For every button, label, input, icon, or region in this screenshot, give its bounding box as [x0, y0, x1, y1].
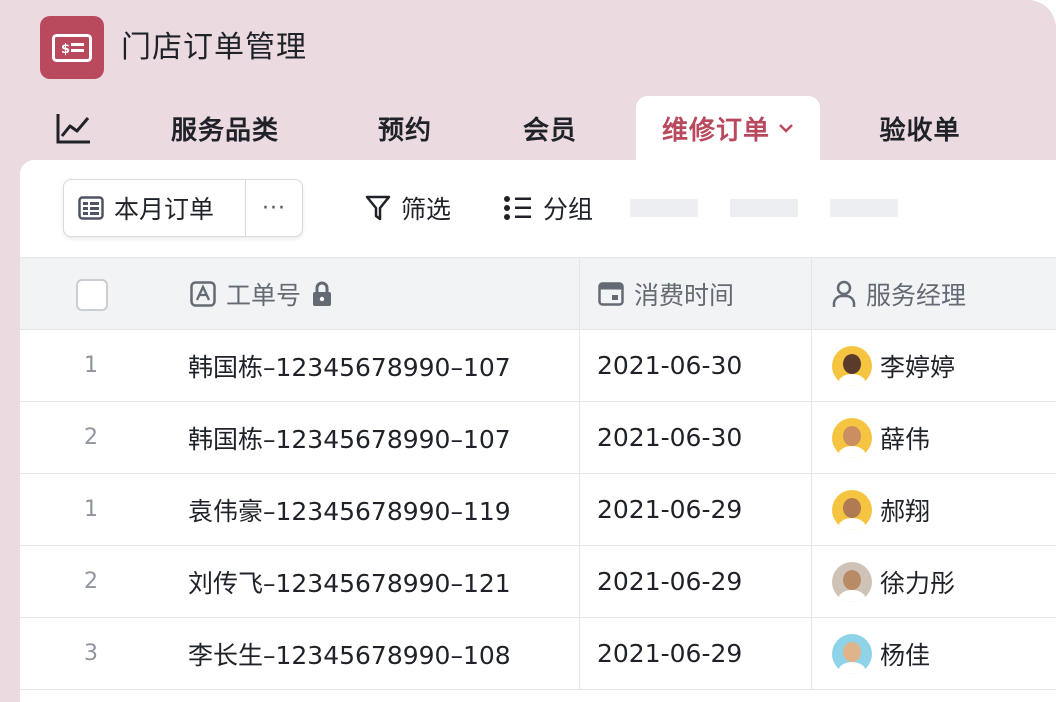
orders-table: 工单号 消费时间 服务经理 1 韩国栋–12345678990–107 2021… — [20, 257, 1056, 690]
line-chart-icon — [56, 112, 92, 144]
consumption-time-cell[interactable]: 2021-06-29 — [597, 618, 742, 689]
order-number-cell[interactable]: 李长生–12345678990–108 — [188, 618, 511, 689]
filter-label: 筛选 — [401, 195, 452, 224]
column-divider — [579, 402, 580, 473]
tab-service-category[interactable]: 服务品类 — [150, 96, 300, 160]
table-body: 1 韩国栋–12345678990–107 2021-06-30 李婷婷 2 韩国栋–12… — [20, 330, 1056, 690]
row-index: 1 — [84, 497, 98, 522]
tab-repair-orders[interactable]: 维修订单 — [636, 96, 820, 160]
tab-member[interactable]: 会员 — [500, 96, 600, 160]
row-index: 2 — [84, 569, 98, 594]
table-row[interactable]: 1 韩国栋–12345678990–107 2021-06-30 李婷婷 — [20, 330, 1056, 402]
consumption-time-cell[interactable]: 2021-06-30 — [597, 402, 742, 473]
person-field-icon — [832, 280, 856, 308]
manager-name: 薛伟 — [880, 424, 931, 454]
lock-icon — [311, 281, 333, 307]
toolbar-placeholder — [630, 199, 698, 217]
table-row[interactable]: 2 刘传飞–12345678990–121 2021-06-29 徐力彤 — [20, 546, 1056, 618]
column-divider — [811, 330, 812, 401]
more-options-button[interactable]: ··· — [246, 180, 302, 236]
order-number-cell[interactable]: 韩国栋–12345678990–107 — [188, 330, 511, 401]
toolbar-placeholder — [830, 199, 898, 217]
service-manager-cell[interactable]: 郝翔 — [832, 474, 930, 545]
column-service-manager[interactable]: 服务经理 — [832, 258, 966, 330]
filter-icon — [365, 194, 391, 222]
select-all-checkbox[interactable] — [76, 279, 108, 311]
toolbar-placeholder — [730, 199, 798, 217]
service-manager-cell[interactable]: 李婷婷 — [832, 330, 955, 401]
group-button[interactable]: 分组 — [503, 188, 593, 228]
avatar — [832, 417, 872, 458]
column-order-number[interactable]: 工单号 — [190, 258, 343, 330]
text-field-icon — [190, 281, 216, 307]
column-divider — [579, 546, 580, 617]
tab-dashboard[interactable] — [44, 96, 104, 160]
tab-acceptance[interactable]: 验收单 — [850, 96, 990, 160]
manager-name: 徐力彤 — [880, 568, 956, 598]
tab-appointment[interactable]: 预约 — [350, 96, 460, 160]
group-icon — [503, 195, 533, 221]
row-index: 2 — [84, 425, 98, 450]
app-window: $ 门店订单管理 服务品类 预约 会员 维修订单 验收单 本月订单 ··· 筛选… — [0, 0, 1056, 702]
avatar — [832, 633, 872, 674]
column-label: 工单号 — [226, 281, 302, 310]
avatar — [832, 489, 872, 530]
table-row[interactable]: 3 李长生–12345678990–108 2021-06-29 杨佳 — [20, 618, 1056, 690]
svg-text:$: $ — [61, 42, 70, 57]
app-title: 门店订单管理 — [121, 30, 307, 65]
group-label: 分组 — [543, 195, 594, 224]
service-manager-cell[interactable]: 徐力彤 — [832, 546, 955, 617]
manager-name: 李婷婷 — [880, 352, 956, 382]
column-divider — [579, 474, 580, 545]
view-label: 本月订单 — [114, 195, 215, 224]
manager-name: 杨佳 — [880, 640, 931, 670]
chevron-down-icon — [778, 122, 794, 134]
column-divider — [579, 330, 580, 401]
table-view-icon — [78, 196, 104, 220]
consumption-time-cell[interactable]: 2021-06-29 — [597, 546, 742, 617]
row-index: 1 — [84, 353, 98, 378]
ticket-icon: $ — [40, 16, 104, 79]
column-divider — [811, 618, 812, 689]
table-header: 工单号 消费时间 服务经理 — [20, 257, 1056, 330]
content-panel: 本月订单 ··· 筛选 分组 工单号 消费时间 服务经理 1 韩国栋–12345… — [20, 160, 1056, 702]
column-label: 消费时间 — [634, 281, 735, 310]
service-manager-cell[interactable]: 杨佳 — [832, 618, 930, 689]
order-number-cell[interactable]: 袁伟豪–12345678990–119 — [188, 474, 511, 545]
consumption-time-cell[interactable]: 2021-06-30 — [597, 330, 742, 401]
manager-name: 郝翔 — [880, 496, 931, 526]
tab-label: 维修订单 — [661, 115, 770, 146]
column-label: 服务经理 — [866, 281, 967, 310]
column-divider — [811, 474, 812, 545]
avatar — [832, 345, 872, 386]
order-number-cell[interactable]: 韩国栋–12345678990–107 — [188, 402, 511, 473]
date-field-icon — [598, 282, 624, 306]
view-selector: 本月订单 ··· — [63, 179, 303, 237]
column-divider — [811, 402, 812, 473]
view-switch-button[interactable]: 本月订单 — [64, 180, 246, 236]
column-divider — [811, 546, 812, 617]
consumption-time-cell[interactable]: 2021-06-29 — [597, 474, 742, 545]
table-row[interactable]: 1 袁伟豪–12345678990–119 2021-06-29 郝翔 — [20, 474, 1056, 546]
column-consumption-time[interactable]: 消费时间 — [598, 258, 734, 330]
column-divider — [579, 258, 580, 329]
column-divider — [579, 618, 580, 689]
order-number-cell[interactable]: 刘传飞–12345678990–121 — [188, 546, 511, 617]
avatar — [832, 561, 872, 602]
service-manager-cell[interactable]: 薛伟 — [832, 402, 930, 473]
column-divider — [811, 258, 812, 329]
filter-button[interactable]: 筛选 — [365, 188, 451, 228]
table-row[interactable]: 2 韩国栋–12345678990–107 2021-06-30 薛伟 — [20, 402, 1056, 474]
row-index: 3 — [84, 641, 98, 666]
